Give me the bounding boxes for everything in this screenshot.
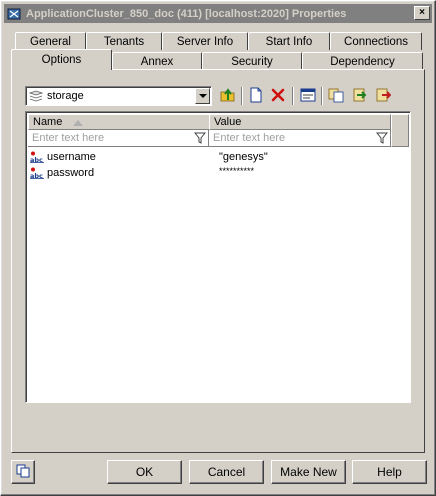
- make-new-button[interactable]: Make New: [271, 460, 346, 484]
- value-filter-placeholder: Enter text here: [213, 132, 286, 144]
- delete-button[interactable]: [268, 86, 288, 106]
- toolbar-separator: [321, 87, 323, 105]
- toolbar-separator: [292, 87, 294, 105]
- column-header-name[interactable]: Name: [28, 114, 210, 130]
- svg-text:abc: abc: [30, 156, 43, 163]
- section-select-value: storage: [47, 90, 84, 102]
- string-option-icon: abc: [30, 151, 45, 164]
- column-value-label: Value: [214, 116, 242, 128]
- option-name: username: [47, 151, 96, 163]
- string-option-icon: abc: [30, 167, 45, 180]
- new-item-button[interactable]: [246, 86, 266, 106]
- copy-window-icon: [16, 464, 30, 481]
- name-filter-input[interactable]: Enter text here: [28, 130, 209, 147]
- option-value: **********: [219, 166, 255, 176]
- filter-icon[interactable]: [193, 132, 207, 144]
- options-grid[interactable]: Name Value Enter text here Enter text he…: [25, 111, 411, 403]
- cancel-button[interactable]: Cancel: [189, 460, 264, 484]
- application-cluster-icon: [6, 6, 22, 22]
- properties-icon: [300, 88, 316, 105]
- value-filter-input[interactable]: Enter text here: [209, 130, 391, 147]
- up-folder-button[interactable]: [218, 86, 238, 106]
- section-stack-icon: [28, 90, 44, 102]
- export-button[interactable]: [373, 86, 393, 106]
- ok-button[interactable]: OK: [107, 460, 182, 484]
- tab-tenants[interactable]: Tenants: [86, 32, 162, 50]
- copy-icon: [328, 87, 344, 106]
- copy-button[interactable]: [326, 86, 346, 106]
- filter-icon[interactable]: [375, 132, 389, 144]
- column-header-value[interactable]: Value: [209, 114, 391, 130]
- close-button[interactable]: ×: [414, 6, 430, 20]
- option-name: password: [47, 167, 95, 179]
- grid-header-corner: [391, 114, 409, 147]
- tab-security[interactable]: Security: [202, 52, 302, 70]
- help-button[interactable]: Help: [352, 460, 427, 484]
- toolbar-separator: [241, 87, 243, 105]
- properties-window: ApplicationCluster_850_doc (411) [localh…: [0, 0, 436, 496]
- export-icon: [375, 87, 392, 106]
- window-title: ApplicationCluster_850_doc (411) [localh…: [26, 7, 347, 20]
- svg-text:abc: abc: [30, 172, 43, 179]
- table-row[interactable]: abc password **********: [30, 165, 400, 181]
- sort-ascending-icon: [73, 117, 83, 129]
- tab-options[interactable]: Options: [11, 49, 112, 70]
- tab-connections[interactable]: Connections: [330, 32, 422, 50]
- import-button[interactable]: [350, 86, 370, 106]
- delete-icon: [271, 88, 285, 105]
- name-filter-placeholder: Enter text here: [32, 132, 105, 144]
- copy-window-button[interactable]: [11, 460, 35, 484]
- tab-start-info[interactable]: Start Info: [248, 32, 330, 50]
- column-name-label: Name: [33, 116, 63, 128]
- properties-button[interactable]: [298, 86, 318, 106]
- up-folder-icon: [220, 87, 236, 106]
- tab-annex[interactable]: Annex: [112, 52, 202, 70]
- chevron-down-icon[interactable]: [195, 88, 210, 104]
- new-item-icon: [249, 87, 263, 106]
- tab-dependency[interactable]: Dependency: [302, 52, 423, 70]
- section-select[interactable]: storage: [25, 86, 212, 106]
- tab-server-info[interactable]: Server Info: [162, 32, 248, 50]
- table-row[interactable]: abc username "genesys": [30, 149, 400, 165]
- title-bar[interactable]: ApplicationCluster_850_doc (411) [localh…: [4, 4, 432, 23]
- tab-general[interactable]: General: [15, 32, 86, 50]
- option-value: "genesys": [219, 151, 268, 163]
- import-icon: [352, 87, 368, 106]
